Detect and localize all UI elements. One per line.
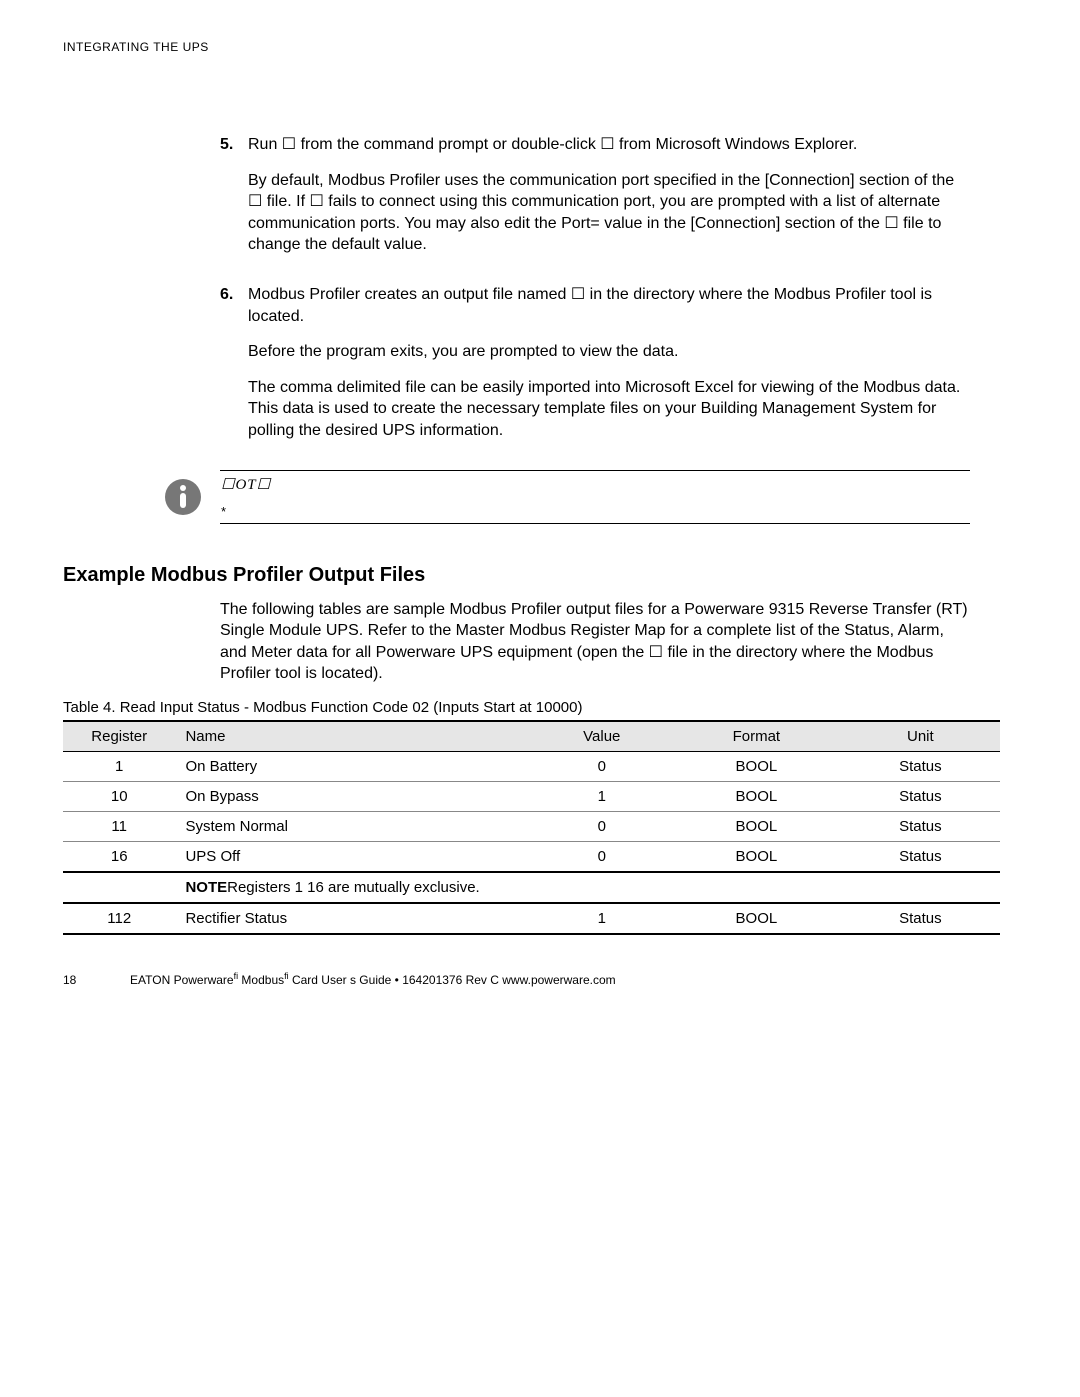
th-unit: Unit <box>841 721 1000 752</box>
step-text: By default, Modbus Profiler uses the com… <box>248 170 970 256</box>
cell-name: On Bypass <box>175 781 531 811</box>
step-text: Modbus Profiler creates an output file n… <box>248 284 970 327</box>
cell-format: BOOL <box>672 903 841 934</box>
cell-register: 10 <box>63 781 175 811</box>
cell-format: BOOL <box>672 841 841 872</box>
note-text: Registers 1 16 are mutually exclusive. <box>227 879 480 896</box>
step-6: 6. Modbus Profiler creates an output fil… <box>220 284 970 456</box>
step-text: Before the program exits, you are prompt… <box>248 341 970 363</box>
cell-unit: Status <box>841 811 1000 841</box>
cell-name: On Battery <box>175 751 531 781</box>
step-text: Run ☐ from the command prompt or double-… <box>248 134 970 156</box>
cell-value: 0 <box>531 841 672 872</box>
footer-text: EATON Powerwarefi Modbusfi Card User s G… <box>130 971 616 987</box>
cell-name: System Normal <box>175 811 531 841</box>
table-row: 11 System Normal 0 BOOL Status <box>63 811 1000 841</box>
table-note-cell: NOTERegisters 1 16 are mutually exclusiv… <box>175 872 1000 903</box>
divider <box>220 523 970 524</box>
th-name: Name <box>175 721 531 752</box>
note-block: ☐OT☐ * <box>163 470 970 524</box>
table-header-row: Register Name Value Format Unit <box>63 721 1000 752</box>
step-number: 6. <box>220 284 248 456</box>
cell-format: BOOL <box>672 781 841 811</box>
cell-name: Rectifier Status <box>175 903 531 934</box>
cell-value: 0 <box>531 811 672 841</box>
cell-value: 1 <box>531 903 672 934</box>
cell-register: 112 <box>63 903 175 934</box>
cell-format: BOOL <box>672 751 841 781</box>
step-5: 5. Run ☐ from the command prompt or doub… <box>220 134 970 270</box>
cell-unit: Status <box>841 841 1000 872</box>
table-row: 112 Rectifier Status 1 BOOL Status <box>63 903 1000 934</box>
table-row: 16 UPS Off 0 BOOL Status <box>63 841 1000 872</box>
info-icon <box>163 477 203 517</box>
table-note-row: NOTERegisters 1 16 are mutually exclusiv… <box>63 872 1000 903</box>
page-footer: 18 EATON Powerwarefi Modbusfi Card User … <box>63 971 1000 987</box>
footer-text-a: EATON Powerware <box>130 973 234 987</box>
cell-unit: Status <box>841 781 1000 811</box>
note-word: ☐OT☐ <box>221 477 271 493</box>
cell-register: 1 <box>63 751 175 781</box>
cell-format: BOOL <box>672 811 841 841</box>
section-title: Example Modbus Profiler Output Files <box>63 564 1000 587</box>
table-row: 10 On Bypass 1 BOOL Status <box>63 781 1000 811</box>
step-number: 5. <box>220 134 248 270</box>
section-header: INTEGRATING THE UPS <box>63 40 1000 54</box>
th-format: Format <box>672 721 841 752</box>
th-value: Value <box>531 721 672 752</box>
th-register: Register <box>63 721 175 752</box>
note-asterisk: * <box>221 504 271 519</box>
table-caption: Table 4. Read Input Status - Modbus Func… <box>63 699 1000 716</box>
section-paragraph: The following tables are sample Modbus P… <box>220 599 970 685</box>
numbered-steps: 5. Run ☐ from the command prompt or doub… <box>220 134 970 456</box>
cell-unit: Status <box>841 903 1000 934</box>
cell-register: 16 <box>63 841 175 872</box>
note-label: NOTE <box>185 879 227 896</box>
cell-value: 0 <box>531 751 672 781</box>
cell-value: 1 <box>531 781 672 811</box>
step-text: The comma delimited file can be easily i… <box>248 377 970 442</box>
modbus-table: Register Name Value Format Unit 1 On Bat… <box>63 720 1000 935</box>
cell-register: 11 <box>63 811 175 841</box>
section-body: The following tables are sample Modbus P… <box>220 599 970 685</box>
footer-text-b: Modbus <box>238 973 284 987</box>
cell-unit: Status <box>841 751 1000 781</box>
cell-name: UPS Off <box>175 841 531 872</box>
page-number: 18 <box>63 973 130 987</box>
table-row: 1 On Battery 0 BOOL Status <box>63 751 1000 781</box>
footer-text-c: Card User s Guide • 164201376 Rev C www.… <box>289 973 616 987</box>
